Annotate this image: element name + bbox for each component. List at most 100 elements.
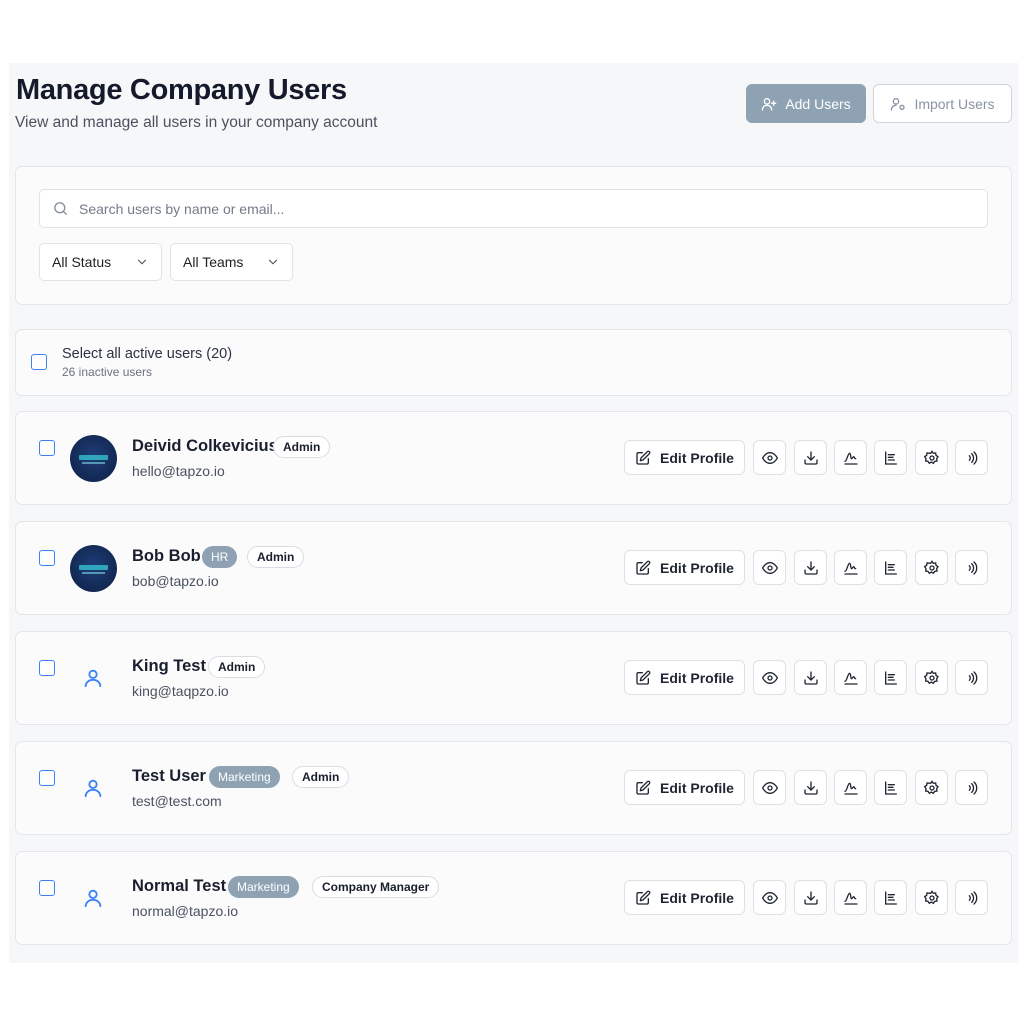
eye-icon <box>761 891 778 904</box>
status-select[interactable]: All Status <box>39 243 162 281</box>
user-row: Normal Test Marketing Company Manager no… <box>15 851 1012 945</box>
signature-icon <box>843 672 858 685</box>
user-name: Normal Test <box>132 877 227 895</box>
team-badge: HR <box>202 546 238 568</box>
chevron-down-icon <box>137 259 147 265</box>
role-badge: Company Manager <box>312 876 440 898</box>
search-input[interactable] <box>79 200 959 217</box>
list-icon <box>884 450 897 465</box>
view-button[interactable] <box>753 440 786 475</box>
nfc-button[interactable] <box>955 440 988 475</box>
user-email: hello@tapzo.io <box>132 463 225 479</box>
user-checkbox[interactable] <box>39 880 55 896</box>
signature-button[interactable] <box>834 660 867 695</box>
edit-profile-button[interactable]: Edit Profile <box>624 550 745 585</box>
add-users-label: Add Users <box>785 95 851 112</box>
add-users-button[interactable]: Add Users <box>746 84 866 123</box>
select-all-card <box>15 329 1012 396</box>
eye-icon <box>761 781 778 794</box>
list-button[interactable] <box>874 660 907 695</box>
list-button[interactable] <box>874 770 907 805</box>
user-name: Deivid Colkevicius <box>132 437 278 455</box>
edit-profile-button[interactable]: Edit Profile <box>624 660 745 695</box>
role-badge: Admin <box>247 546 305 568</box>
settings-button[interactable] <box>915 440 948 475</box>
user-name: Bob Bob <box>132 547 201 565</box>
select-all-checkbox[interactable] <box>31 354 47 370</box>
edit-profile-button[interactable]: Edit Profile <box>624 440 745 475</box>
list-button[interactable] <box>874 440 907 475</box>
edit-icon <box>636 780 651 795</box>
signature-icon <box>843 562 858 575</box>
view-button[interactable] <box>753 770 786 805</box>
signature-button[interactable] <box>834 440 867 475</box>
avatar <box>70 435 117 482</box>
eye-icon <box>761 561 778 574</box>
user-row: Deivid Colkevicius Admin hello@tapzo.io … <box>15 411 1012 505</box>
edit-icon <box>636 560 651 575</box>
user-plus-icon <box>761 97 777 111</box>
edit-icon <box>636 890 651 905</box>
user-name: King Test <box>132 657 206 675</box>
edit-profile-label: Edit Profile <box>660 779 734 796</box>
user-icon <box>84 889 102 908</box>
user-email: bob@tapzo.io <box>132 573 219 589</box>
settings-button[interactable] <box>915 770 948 805</box>
settings-button[interactable] <box>915 880 948 915</box>
download-button[interactable] <box>794 550 827 585</box>
user-name: Test User <box>132 767 206 785</box>
list-icon <box>884 780 897 795</box>
gear-icon <box>923 559 939 574</box>
role-badge: Admin <box>292 766 350 788</box>
page-title: Manage Company Users <box>16 74 347 106</box>
list-button[interactable] <box>874 550 907 585</box>
download-button[interactable] <box>794 880 827 915</box>
nfc-button[interactable] <box>955 550 988 585</box>
signature-button[interactable] <box>834 880 867 915</box>
download-icon <box>803 780 818 795</box>
settings-button[interactable] <box>915 660 948 695</box>
team-badge: Marketing <box>209 766 280 788</box>
role-badge: Admin <box>273 436 331 458</box>
status-select-value: All Status <box>52 254 112 270</box>
download-icon <box>803 670 818 685</box>
filter-card <box>15 166 1012 305</box>
user-checkbox[interactable] <box>39 440 55 456</box>
edit-profile-button[interactable]: Edit Profile <box>624 770 745 805</box>
user-checkbox[interactable] <box>39 660 55 676</box>
download-icon <box>803 890 818 905</box>
signature-button[interactable] <box>834 550 867 585</box>
download-icon <box>803 560 818 575</box>
signature-button[interactable] <box>834 770 867 805</box>
view-button[interactable] <box>753 550 786 585</box>
select-all-label: Select all active users (20) <box>62 346 233 362</box>
nfc-button[interactable] <box>955 770 988 805</box>
nfc-button[interactable] <box>955 880 988 915</box>
eye-icon <box>761 671 778 684</box>
nfc-icon <box>968 670 977 685</box>
download-button[interactable] <box>794 660 827 695</box>
view-button[interactable] <box>753 660 786 695</box>
settings-button[interactable] <box>915 550 948 585</box>
list-icon <box>884 890 897 905</box>
import-users-button[interactable]: Import Users <box>873 84 1012 123</box>
download-button[interactable] <box>794 440 827 475</box>
download-button[interactable] <box>794 770 827 805</box>
teams-select[interactable]: All Teams <box>170 243 293 281</box>
user-email: king@taqpzo.io <box>132 683 229 699</box>
list-button[interactable] <box>874 880 907 915</box>
edit-profile-button[interactable]: Edit Profile <box>624 880 745 915</box>
user-checkbox[interactable] <box>39 550 55 566</box>
search-box[interactable] <box>39 189 988 228</box>
nfc-icon <box>968 780 977 795</box>
view-button[interactable] <box>753 880 786 915</box>
signature-icon <box>843 892 858 905</box>
edit-icon <box>636 670 651 685</box>
nfc-icon <box>968 450 977 465</box>
gear-icon <box>923 449 939 464</box>
user-import-icon <box>891 97 906 111</box>
download-icon <box>803 450 818 465</box>
user-checkbox[interactable] <box>39 770 55 786</box>
nfc-button[interactable] <box>955 660 988 695</box>
nfc-icon <box>968 890 977 905</box>
